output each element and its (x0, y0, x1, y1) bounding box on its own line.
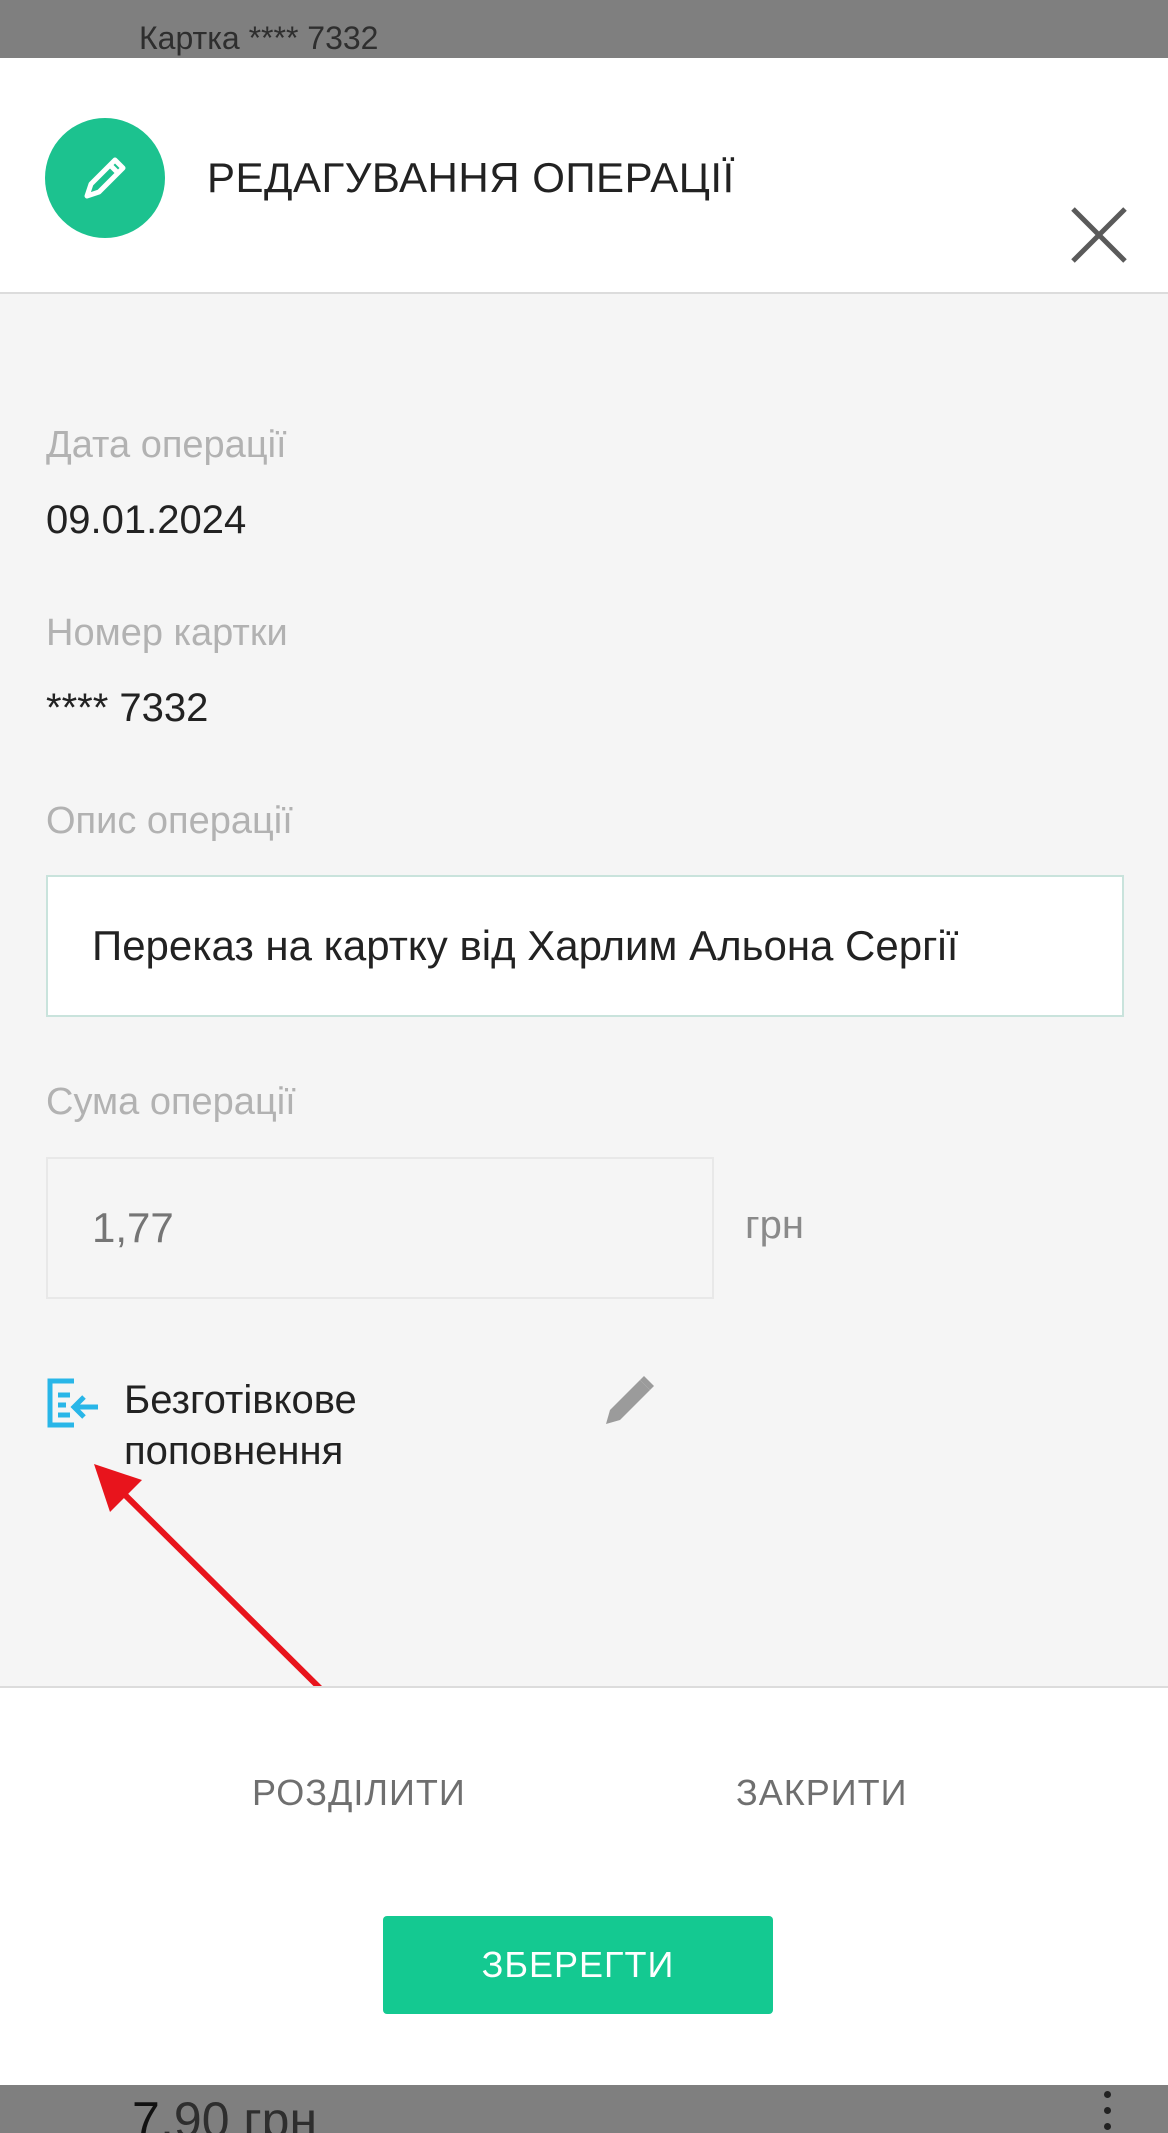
modal-title: РЕДАГУВАННЯ ОПЕРАЦІЇ (207, 154, 735, 201)
more-vertical-icon[interactable] (1104, 2091, 1114, 2133)
close-icon[interactable] (1068, 204, 1130, 266)
background-amount-integer: 7 (132, 2092, 160, 2133)
modal-header: РЕДАГУВАННЯ ОПЕРАЦІЇ (0, 58, 1168, 294)
save-button[interactable]: ЗБЕРЕГТИ (383, 1916, 773, 2014)
category-label-line1: Безготівкове (124, 1378, 357, 1422)
date-label: Дата операції (46, 424, 287, 466)
modal-footer: РОЗДІЛИТИ ЗАКРИТИ ЗБЕРЕГТИ (0, 1686, 1168, 2085)
background-amount-rest: ,90 грн (160, 2092, 318, 2133)
date-value: 09.01.2024 (46, 498, 247, 542)
list-arrow-in-icon (47, 1378, 98, 1428)
pencil-edit-icon[interactable] (600, 1370, 660, 1430)
close-button[interactable]: ЗАКРИТИ (736, 1772, 907, 1814)
background-list-bottom: 7 ,90 грн (0, 2085, 1168, 2133)
edit-operation-modal: РЕДАГУВАННЯ ОПЕРАЦІЇ Дата операції 09.01… (0, 58, 1168, 2085)
background-card-label: Картка **** 7332 (139, 20, 379, 56)
split-button[interactable]: РОЗДІЛИТИ (252, 1772, 466, 1814)
description-label: Опис операції (46, 800, 293, 842)
card-number-value: **** 7332 (46, 686, 209, 730)
sum-input (46, 1157, 714, 1299)
edit-pencil-icon (45, 118, 165, 238)
sum-label: Сума операції (46, 1081, 296, 1123)
description-input[interactable] (46, 875, 1124, 1017)
category-label: Безготівкове поповнення (124, 1375, 357, 1477)
currency-label: грн (745, 1203, 804, 1247)
background-list-top: Картка **** 7332 (0, 0, 1168, 58)
category-label-line2: поповнення (124, 1429, 344, 1473)
card-number-label: Номер картки (46, 612, 288, 654)
